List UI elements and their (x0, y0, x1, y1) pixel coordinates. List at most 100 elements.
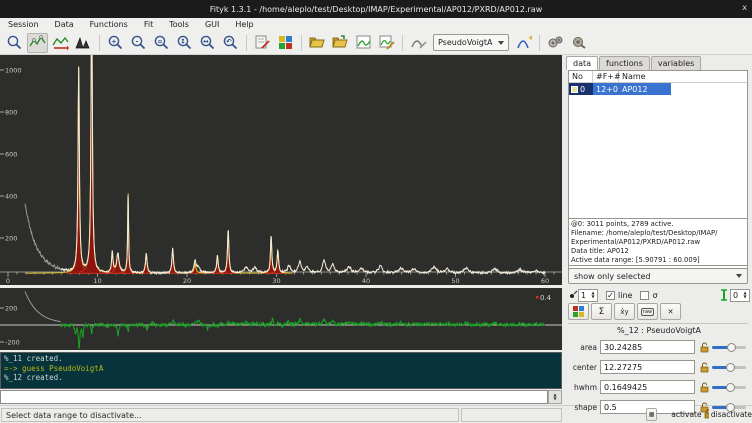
add-peak-icon (410, 34, 427, 51)
execute-script-button[interactable] (353, 33, 374, 53)
export-data-button[interactable] (376, 33, 397, 53)
data-range-mode-icon (52, 34, 69, 51)
import-data-icon (332, 34, 349, 51)
lock-icon[interactable] (698, 342, 710, 353)
dataset-checkbox[interactable] (571, 86, 578, 93)
svg-text:20: 20 (183, 277, 191, 285)
zoom-horizontal-icon: ↔ (199, 34, 216, 51)
data-view-mode-button[interactable] (27, 33, 48, 53)
main-plot[interactable]: 20040060080010000102030405060 (0, 55, 562, 285)
menu-functions[interactable]: Functions (82, 18, 136, 31)
dataset-info: @0: 3011 points, 2789 active.Filename: /… (568, 218, 748, 266)
info-line: Data title: AP012 (571, 247, 745, 256)
toolbar-separator (539, 35, 540, 51)
filter-dropdown[interactable]: show only selected (568, 268, 748, 284)
menu-session[interactable]: Session (0, 18, 47, 31)
toolbar-separator (99, 35, 100, 51)
param-input-center[interactable]: 12.27275 (600, 360, 695, 374)
zoom-out-button[interactable]: - (128, 33, 149, 53)
param-label: area (566, 343, 600, 352)
menu-help[interactable]: Help (227, 18, 261, 31)
raw-view-button[interactable]: raw (637, 303, 658, 320)
import-data-button[interactable] (330, 33, 351, 53)
function-type-combo[interactable]: PseudoVoigtA (433, 34, 509, 51)
info-line: Active data range: [5.90791 : 60.009] (571, 256, 745, 265)
param-slider-area[interactable] (712, 340, 746, 354)
tab-data[interactable]: data (566, 56, 598, 70)
svg-text:60: 60 (541, 277, 549, 285)
menu-fit[interactable]: Fit (136, 18, 161, 31)
fit-settings-icon (570, 34, 587, 51)
xy-transform-button[interactable]: x̂y (614, 303, 635, 320)
point-size-icon (568, 290, 578, 300)
previous-zoom-button[interactable]: ↶ (220, 33, 241, 53)
sum-button[interactable]: Σ (591, 303, 612, 320)
delete-button[interactable]: ✕ (660, 303, 681, 320)
menu-bar: SessionDataFunctionsFitToolsGUIHelp (0, 18, 752, 31)
zoom-mode-button[interactable] (4, 33, 25, 53)
zoom-vertical-button[interactable]: ↕ (174, 33, 195, 53)
data-colors-button[interactable] (568, 303, 589, 320)
fit-settings-button[interactable] (568, 33, 589, 53)
svg-text:30: 30 (272, 277, 280, 285)
zoom-horizontal-button[interactable]: ↔ (197, 33, 218, 53)
dataset-row[interactable]: 0 12+0 AP012 (569, 83, 747, 95)
run-fit-button[interactable] (545, 33, 566, 53)
tab-functions[interactable]: functions (599, 56, 650, 70)
svg-text:10: 10 (93, 277, 101, 285)
zoom-in-icon: + (107, 34, 124, 51)
close-icon[interactable]: x (742, 3, 747, 12)
lock-icon[interactable] (698, 382, 710, 393)
function-label: %_12 : PseudoVoigtA (566, 326, 752, 335)
menu-data[interactable]: Data (47, 18, 82, 31)
dataset-list-header: No #F+# Name (569, 71, 747, 83)
param-slider-center[interactable] (712, 360, 746, 374)
command-input[interactable] (0, 390, 548, 404)
disactivate-option[interactable]: disactivate (711, 410, 752, 419)
lock-icon[interactable] (698, 362, 710, 373)
dataset-fcount: 12+0 (593, 83, 619, 95)
auto-add-peak-button[interactable]: ★ (513, 33, 534, 53)
zoom-all-button[interactable]: = (151, 33, 172, 53)
auxiliary-plot[interactable]: 200-2000.4 (0, 288, 562, 350)
sigma-checkbox[interactable] (640, 291, 649, 300)
console-message: %_12 created. (4, 373, 558, 383)
sidebar: datafunctionsvariables No #F+# Name 0 12… (566, 55, 752, 405)
status-cell-2 (461, 408, 562, 422)
svg-text:800: 800 (5, 108, 17, 116)
edit-script-button[interactable] (252, 33, 273, 53)
param-input-hwhm[interactable]: 0.1649425 (600, 380, 695, 394)
param-slider-hwhm[interactable] (712, 380, 746, 394)
shift-value: 0 (731, 291, 741, 300)
param-label: center (566, 363, 600, 372)
menu-tools[interactable]: Tools (161, 18, 197, 31)
info-line: @0: 3011 points, 2789 active. (571, 220, 745, 229)
tab-variables[interactable]: variables (651, 56, 701, 70)
toolbar-separator (402, 35, 403, 51)
error-bar-icon (720, 289, 728, 301)
toolbar-separator (246, 35, 247, 51)
line-checkbox-label: line (618, 291, 632, 300)
add-peak-button[interactable] (408, 33, 429, 53)
point-size-spinner[interactable]: 1 ▲▼ (578, 289, 598, 302)
menu-gui[interactable]: GUI (197, 18, 227, 31)
raw-icon: raw (641, 308, 654, 316)
shift-spinner[interactable]: 0 ▲▼ (730, 289, 750, 302)
title-bar: Fityk 1.3.1 - /home/aleplo/test/Desktop/… (0, 0, 752, 18)
dataset-name: AP012 (619, 83, 671, 95)
command-history-spinner[interactable]: ▲▼ (548, 390, 562, 404)
param-input-area[interactable]: 30.24285 (600, 340, 695, 354)
gui-config-button[interactable] (275, 33, 296, 53)
svg-text:=: = (157, 37, 162, 45)
line-checkbox[interactable]: ✓ (606, 291, 615, 300)
svg-text:600: 600 (5, 150, 17, 158)
data-range-mode-button[interactable] (50, 33, 71, 53)
range-options-button[interactable]: ▦ (646, 408, 657, 421)
run-fit-icon (547, 34, 564, 51)
open-session-button[interactable] (307, 33, 328, 53)
activate-option[interactable]: activate (671, 410, 701, 419)
add-peak-mode-button[interactable] (73, 33, 94, 53)
svg-text:400: 400 (5, 192, 17, 200)
zoom-in-button[interactable]: + (105, 33, 126, 53)
execute-script-icon (355, 34, 372, 51)
